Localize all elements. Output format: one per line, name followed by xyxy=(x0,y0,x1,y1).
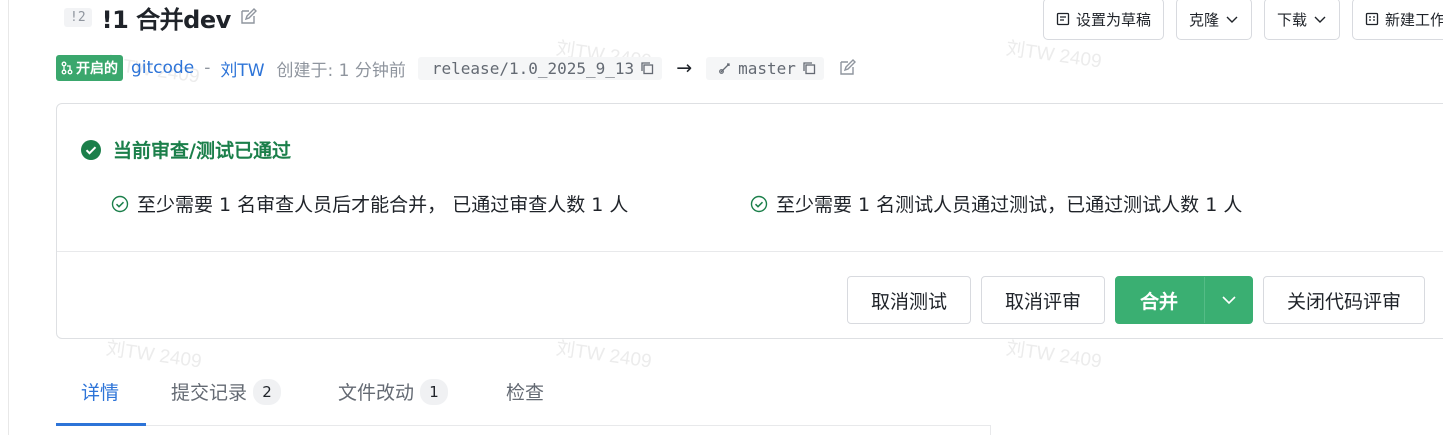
review-check-text: 至少需要 1 名审查人员后才能合并， 已通过审查人数 1 人 xyxy=(137,194,629,216)
cancel-test-label: 取消测试 xyxy=(871,290,948,313)
edit-title-icon[interactable] xyxy=(239,8,257,26)
close-review-button[interactable]: 关闭代码评审 xyxy=(1263,276,1426,324)
content-divider xyxy=(990,426,991,435)
set-draft-button[interactable]: 设置为草稿 xyxy=(1042,0,1164,40)
branch-arrow: → xyxy=(676,57,693,79)
merge-request-icon xyxy=(61,61,73,75)
close-review-label: 关闭代码评审 xyxy=(1287,290,1402,313)
work-item-icon xyxy=(1365,12,1379,26)
check-circle-outline-icon xyxy=(750,195,768,212)
created-time: 创建于: 1 分钟前 xyxy=(276,60,406,81)
branch-icon xyxy=(719,63,730,74)
merge-button[interactable]: 合并 xyxy=(1115,276,1254,324)
chevron-down-icon xyxy=(1221,296,1236,305)
edit-branch-icon[interactable] xyxy=(838,59,856,77)
set-draft-label: 设置为草稿 xyxy=(1075,10,1151,29)
test-check-text: 至少需要 1 名测试人员通过测试，已通过测试人数 1 人 xyxy=(776,194,1243,216)
active-tab-indicator xyxy=(56,423,146,426)
copy-icon[interactable] xyxy=(640,61,654,75)
state-badge: 开启的 xyxy=(56,55,123,81)
cancel-review-button[interactable]: 取消评审 xyxy=(981,276,1106,324)
clone-label: 克隆 xyxy=(1188,10,1219,29)
tab-details[interactable]: 详情 xyxy=(81,378,119,405)
repo-link[interactable]: gitcode xyxy=(131,58,194,78)
chevron-down-icon xyxy=(1226,16,1238,23)
review-check-item: 至少需要 1 名审查人员后才能合并， 已通过审查人数 1 人 xyxy=(111,190,628,217)
tab-details-label: 详情 xyxy=(81,382,120,404)
test-check-item: 至少需要 1 名测试人员通过测试，已通过测试人数 1 人 xyxy=(750,190,1242,217)
download-button[interactable]: 下载 xyxy=(1263,0,1340,40)
new-work-item-label: 新建工作项 xyxy=(1384,10,1443,29)
download-label: 下载 xyxy=(1276,10,1307,29)
tab-commits-label: 提交记录 xyxy=(171,382,248,404)
merge-label: 合并 xyxy=(1140,290,1179,313)
status-header: 当前审查/测试已通过 xyxy=(81,136,291,163)
cancel-test-button[interactable]: 取消测试 xyxy=(847,276,972,324)
check-circle-outline-icon xyxy=(111,195,129,212)
commits-count-badge: 2 xyxy=(253,378,282,405)
target-branch[interactable]: master xyxy=(706,56,824,80)
tab-changes[interactable]: 文件改动 1 xyxy=(338,378,449,405)
review-actions: 取消测试 取消评审 合并 关闭代码评审 xyxy=(847,276,1426,324)
tab-changes-label: 文件改动 xyxy=(338,382,415,404)
card-divider xyxy=(57,251,1443,252)
cancel-review-label: 取消评审 xyxy=(1005,290,1082,313)
mr-iid-badge: !2 xyxy=(64,7,92,27)
author-link[interactable]: 刘TW xyxy=(220,56,264,81)
merge-options-dropdown[interactable] xyxy=(1204,277,1252,323)
chevron-down-icon xyxy=(1314,16,1326,23)
tab-checks[interactable]: 检查 xyxy=(506,378,544,405)
source-branch[interactable]: release/1.0_2025_9_13 xyxy=(417,56,663,80)
mr-title-row: !2 !1 合并dev xyxy=(64,2,257,34)
target-branch-label: master xyxy=(738,58,796,78)
new-work-item-button[interactable]: 新建工作项 xyxy=(1351,0,1443,40)
draft-icon xyxy=(1056,12,1070,26)
check-circle-icon xyxy=(81,139,101,160)
review-status-card: 当前审查/测试已通过 至少需要 1 名审查人员后才能合并， 已通过审查人数 1 … xyxy=(56,103,1443,339)
state-label: 开启的 xyxy=(76,61,118,77)
meta-separator: - xyxy=(204,58,211,78)
copy-icon[interactable] xyxy=(802,61,816,75)
tab-checks-label: 检查 xyxy=(506,382,545,404)
page-title: !1 合并dev xyxy=(101,5,232,34)
clone-button[interactable]: 克隆 xyxy=(1175,0,1252,40)
changes-count-badge: 1 xyxy=(420,378,449,405)
source-branch-label: release/1.0_2025_9_13 xyxy=(431,58,635,78)
tab-commits[interactable]: 提交记录 2 xyxy=(171,378,282,405)
status-title: 当前审查/测试已通过 xyxy=(113,140,291,162)
tabs-divider xyxy=(56,425,991,426)
header-actions: 设置为草稿 克隆 下载 新建工作项 xyxy=(1042,0,1443,40)
page-left-border xyxy=(8,0,9,435)
mr-meta-row: 开启的 gitcode - 刘TW 创建于: 1 分钟前 release/1.0… xyxy=(56,55,856,81)
mr-tabs: 详情 提交记录 2 文件改动 1 检查 xyxy=(56,362,1443,428)
